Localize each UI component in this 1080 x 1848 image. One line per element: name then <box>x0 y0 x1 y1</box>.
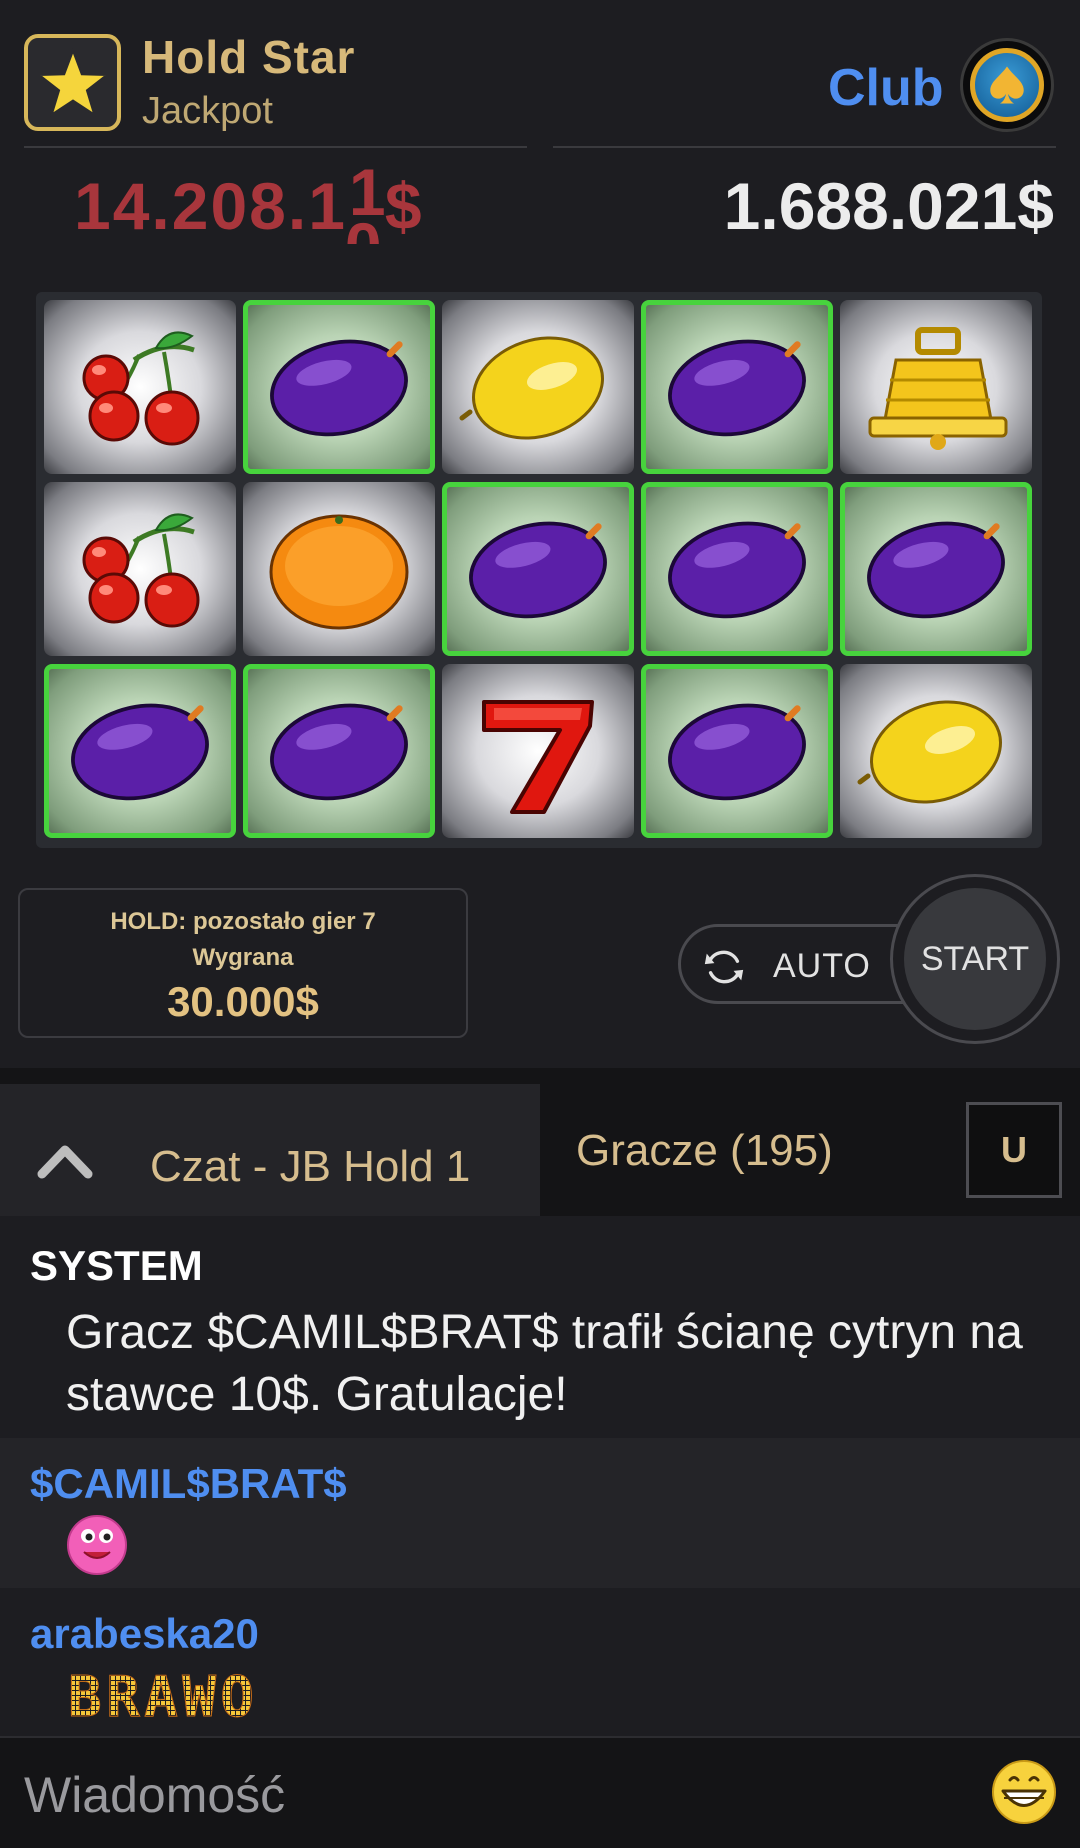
hold-status: HOLD: pozostało gier 7 <box>110 908 376 935</box>
user-button[interactable]: U <box>966 1102 1062 1198</box>
start-button[interactable]: START <box>904 888 1046 1030</box>
message-text: Gracz $CAMIL$BRAT$ trafił ścianę cytryn … <box>66 1306 1023 1421</box>
reel-cell-plum-held <box>44 664 236 838</box>
plum-icon <box>867 521 1005 619</box>
header-divider-left <box>24 146 527 148</box>
plum-icon <box>71 703 209 801</box>
jackpot-main-digits: 14.208.1 <box>74 169 347 243</box>
tab-chat-label: Czat - JB Hold 1 <box>150 1142 471 1191</box>
chevron-up-icon[interactable] <box>36 1140 94 1180</box>
reel-cell-cherries <box>44 482 236 656</box>
win-label: Wygrana <box>192 944 294 971</box>
cherries-icon <box>82 331 200 446</box>
grinning-face-icon[interactable] <box>990 1758 1058 1826</box>
win-amount: 30.000$ <box>167 978 319 1025</box>
message-input-bar <box>0 1736 1080 1848</box>
reel-cell-plum-held <box>243 300 435 474</box>
brand-subtitle: Jackpot <box>142 90 273 132</box>
start-button-ring: START <box>890 874 1060 1044</box>
jackpot-rolling-digit-next: 0 <box>345 208 384 244</box>
lemon-icon <box>459 336 604 440</box>
seven-icon <box>482 700 594 814</box>
reel-cell-plum-held <box>641 664 833 838</box>
jackpot-main-currency: $ <box>384 169 424 243</box>
plum-icon <box>469 521 607 619</box>
pink-smiley-icon <box>67 1515 127 1575</box>
club-link[interactable]: Club <box>828 58 944 118</box>
plum-icon <box>668 521 806 619</box>
chat-message-system: SYSTEM Gracz $CAMIL$BRAT$ trafił ścianę … <box>0 1216 1080 1438</box>
tab-chat[interactable]: Czat - JB Hold 1 <box>0 1084 540 1216</box>
plum-icon <box>668 339 806 437</box>
message-author[interactable]: $CAMIL$BRAT$ <box>30 1460 347 1508</box>
club-badge-inner <box>970 48 1044 122</box>
tab-players[interactable]: Gracze (195) <box>576 1126 833 1176</box>
autoplay-icon <box>704 950 744 984</box>
brawo-sticker-icon: BRAWO <box>68 1666 255 1724</box>
jackpot-main-value: 14.208.110$ <box>74 168 424 244</box>
slot-reels <box>36 292 1042 848</box>
spade-icon <box>990 66 1024 104</box>
plum-icon <box>668 703 806 801</box>
jackpot-club-value: 1.688.021$ <box>723 169 1054 243</box>
plum-icon <box>270 339 408 437</box>
jackpot-rolling-digit: 10 <box>345 168 386 244</box>
brand-title: Hold Star <box>142 31 356 83</box>
game-header: Hold Star Jackpot Club 14.208.110$ 1.688… <box>0 0 1080 250</box>
reel-cell-seven <box>442 664 634 838</box>
hold-star-logo <box>24 34 121 131</box>
reel-cell-plum-held <box>641 482 833 656</box>
reel-cell-plum-held <box>442 482 634 656</box>
club-badge-button[interactable] <box>960 38 1054 132</box>
reel-cell-cherries <box>44 300 236 474</box>
chat-tabs-bar: Czat - JB Hold 1 Gracze (195) <box>0 1068 1080 1216</box>
reel-cell-lemon <box>442 300 634 474</box>
reel-cell-plum-held <box>641 300 833 474</box>
brawo-sticker-text: BRAWO <box>68 1666 254 1724</box>
reel-cell-plum-held <box>243 664 435 838</box>
plum-icon <box>270 703 408 801</box>
reel-cell-orange <box>243 482 435 656</box>
cherries-icon <box>82 513 200 628</box>
reel-cell-plum-held <box>840 482 1032 656</box>
message-input[interactable] <box>24 1760 944 1830</box>
message-author: SYSTEM <box>30 1242 203 1289</box>
header-divider-right <box>553 146 1056 148</box>
chat-message: arabeska20 BRAWO <box>0 1588 1080 1736</box>
bell-icon <box>868 327 1008 450</box>
chat-message: $CAMIL$BRAT$ <box>0 1438 1080 1588</box>
reel-cell-bell <box>840 300 1032 474</box>
star-icon <box>35 46 110 117</box>
message-author[interactable]: arabeska20 <box>30 1610 259 1658</box>
hold-info-panel: HOLD: pozostało gier 7 Wygrana 30.000$ <box>18 888 468 1038</box>
reel-cell-lemon <box>840 664 1032 838</box>
lemon-icon <box>857 700 1002 804</box>
auto-label: AUTO <box>773 947 871 985</box>
orange-icon <box>269 514 409 630</box>
